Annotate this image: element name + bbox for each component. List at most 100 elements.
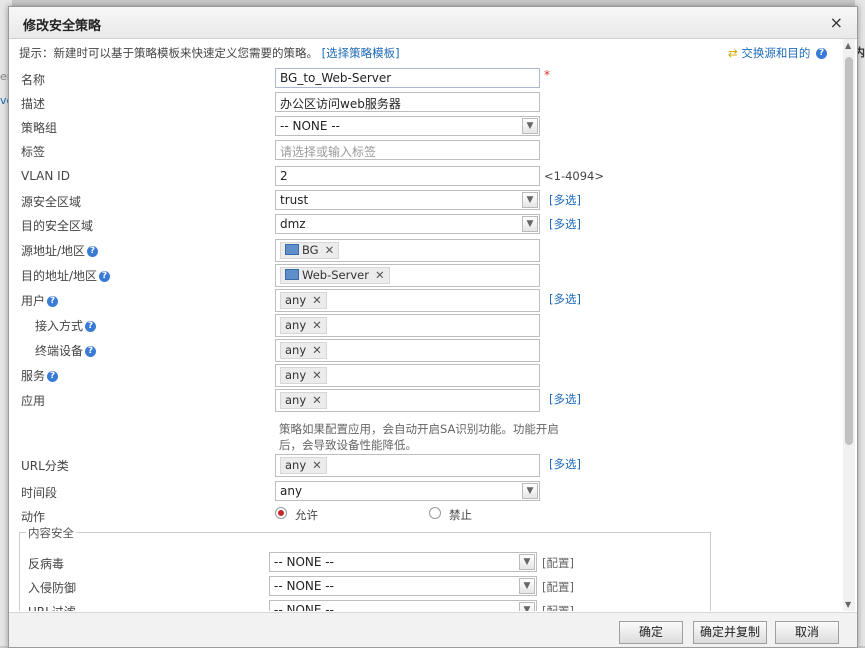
antivirus-label: 反病毒 xyxy=(28,557,65,571)
ok-button[interactable]: 确定 xyxy=(619,621,683,644)
remove-tag-icon[interactable]: ✕ xyxy=(312,393,322,407)
user-multi-link[interactable]: [多选] xyxy=(549,291,581,307)
swap-label: 交换源和目的 xyxy=(741,46,811,60)
user-input[interactable]: any ✕ xyxy=(275,289,540,312)
row-vlan: VLAN ID 2 <1-4094> xyxy=(11,166,841,188)
help-icon[interactable]: ? xyxy=(99,271,111,282)
ips-label: 入侵防御 xyxy=(28,581,77,595)
row-dst-addr: 目的地址/地区? Web-Server ✕ xyxy=(11,264,841,287)
ips-select[interactable]: -- NONE -- ▼ xyxy=(269,576,537,596)
row-action: 动作 允许 禁止 xyxy=(11,505,841,527)
remove-tag-icon[interactable]: ✕ xyxy=(312,368,322,382)
help-icon[interactable]: ? xyxy=(47,371,59,382)
help-icon[interactable]: ? xyxy=(47,296,59,307)
antivirus-row: 反病毒 -- NONE -- ▼ [配置] xyxy=(20,552,710,574)
row-time: 时间段 any ▼ xyxy=(11,481,841,503)
time-select[interactable]: any ▼ xyxy=(275,481,540,501)
cancel-button[interactable]: 取消 xyxy=(775,621,839,644)
remove-tag-icon[interactable]: ✕ xyxy=(312,293,322,307)
scroll-down-icon[interactable]: ▼ xyxy=(845,600,851,609)
chevron-down-icon[interactable]: ▼ xyxy=(519,578,535,594)
desc-label: 描述 xyxy=(21,97,46,111)
service-tag: any ✕ xyxy=(280,367,327,384)
chevron-down-icon[interactable]: ▼ xyxy=(522,216,538,232)
tag-label: 标签 xyxy=(21,145,46,159)
remove-tag-icon[interactable]: ✕ xyxy=(312,458,322,472)
close-icon[interactable]: × xyxy=(830,13,843,32)
tag-text: any xyxy=(285,318,307,332)
hint-text: 提示：新建时可以基于策略模板来快速定义您需要的策略。 xyxy=(19,46,318,60)
antivirus-select[interactable]: -- NONE -- ▼ xyxy=(269,552,537,572)
chevron-down-icon[interactable]: ▼ xyxy=(522,483,538,499)
antivirus-config-link[interactable]: [配置] xyxy=(542,555,574,571)
scroll-up-icon[interactable]: ▲ xyxy=(845,41,851,50)
access-label-text: 接入方式 xyxy=(35,319,84,333)
tag-input[interactable]: 请选择或输入标签 xyxy=(275,140,540,160)
remove-tag-icon[interactable]: ✕ xyxy=(312,343,322,357)
dst-addr-input[interactable]: Web-Server ✕ xyxy=(275,264,540,287)
chevron-down-icon[interactable]: ▼ xyxy=(519,554,535,570)
ips-value: -- NONE -- xyxy=(274,579,334,593)
group-select[interactable]: -- NONE -- ▼ xyxy=(275,116,540,136)
url-category-multi-link[interactable]: [多选] xyxy=(549,456,581,472)
desc-input[interactable]: 办公区访问web服务器 xyxy=(275,92,540,112)
row-access: 接入方式? any ✕ xyxy=(11,314,841,337)
tag-text: any xyxy=(285,293,307,307)
content-security-section: 内容安全 反病毒 -- NONE -- ▼ [配置] 入侵防御 -- NONE … xyxy=(19,525,711,611)
url-filter-label: URL过滤 xyxy=(28,603,76,611)
computer-icon xyxy=(285,244,299,255)
row-dst-zone: 目的安全区域 dmz ▼ [多选] xyxy=(11,214,841,236)
row-name: 名称 BG_to_Web-Server * xyxy=(11,68,841,90)
device-tag: any ✕ xyxy=(280,342,327,359)
app-multi-link[interactable]: [多选] xyxy=(549,391,581,407)
src-zone-select[interactable]: trust ▼ xyxy=(275,190,540,210)
help-icon[interactable]: ? xyxy=(85,346,97,357)
address-tag: Web-Server ✕ xyxy=(280,267,390,284)
url-filter-config-link[interactable]: [配置] xyxy=(542,603,574,611)
ok-and-copy-button[interactable]: 确定并复制 xyxy=(693,621,767,644)
tag-text: BG xyxy=(302,243,319,257)
allow-radio[interactable] xyxy=(275,507,287,519)
src-addr-label: 源地址/地区? xyxy=(21,242,99,259)
help-icon[interactable]: ? xyxy=(816,48,827,59)
help-icon[interactable]: ? xyxy=(85,321,97,332)
vertical-scrollbar[interactable]: ▲ ▼ xyxy=(843,39,855,611)
dst-zone-select[interactable]: dmz ▼ xyxy=(275,214,540,234)
access-input[interactable]: any ✕ xyxy=(275,314,540,337)
app-note: 策略如果配置应用，会自动开启SA识别功能。功能开启后，会导致设备性能降低。 xyxy=(279,422,559,452)
src-addr-input[interactable]: BG ✕ xyxy=(275,239,540,262)
dialog-footer: 确定 确定并复制 取消 xyxy=(9,612,857,647)
url-filter-select[interactable]: -- NONE -- ▼ xyxy=(269,600,537,611)
swap-source-dest[interactable]: ⇄ 交换源和目的 ? xyxy=(728,45,827,61)
ips-config-link[interactable]: [配置] xyxy=(542,579,574,595)
chevron-down-icon[interactable]: ▼ xyxy=(519,602,535,611)
chevron-down-icon[interactable]: ▼ xyxy=(522,192,538,208)
scroll-thumb[interactable] xyxy=(845,57,853,445)
row-group: 策略组 -- NONE -- ▼ xyxy=(11,116,841,138)
row-src-zone: 源安全区域 trust ▼ [多选] xyxy=(11,190,841,212)
access-label: 接入方式? xyxy=(35,317,97,334)
dst-zone-label: 目的安全区域 xyxy=(21,219,94,233)
allow-label: 允许 xyxy=(295,508,318,522)
device-input[interactable]: any ✕ xyxy=(275,339,540,362)
remove-tag-icon[interactable]: ✕ xyxy=(312,318,322,332)
remove-tag-icon[interactable]: ✕ xyxy=(325,243,335,257)
group-label: 策略组 xyxy=(21,121,58,135)
name-input[interactable]: BG_to_Web-Server xyxy=(275,68,540,88)
app-tag: any ✕ xyxy=(280,392,327,409)
select-template-link[interactable]: [选择策略模板] xyxy=(322,46,400,60)
deny-radio[interactable] xyxy=(429,507,441,519)
dialog-body: 提示：新建时可以基于策略模板来快速定义您需要的策略。 [选择策略模板] ⇄ 交换… xyxy=(11,39,841,611)
chevron-down-icon[interactable]: ▼ xyxy=(522,118,538,134)
dst-zone-multi-link[interactable]: [多选] xyxy=(549,216,581,232)
antivirus-value: -- NONE -- xyxy=(274,555,334,569)
remove-tag-icon[interactable]: ✕ xyxy=(375,268,385,282)
help-icon[interactable]: ? xyxy=(87,246,99,257)
src-zone-multi-link[interactable]: [多选] xyxy=(549,192,581,208)
service-label: 服务? xyxy=(21,367,59,384)
service-input[interactable]: any ✕ xyxy=(275,364,540,387)
app-input[interactable]: any ✕ xyxy=(275,389,540,412)
url-category-input[interactable]: any ✕ xyxy=(275,454,540,477)
vlan-input[interactable]: 2 xyxy=(275,166,540,186)
app-label: 应用 xyxy=(21,394,46,408)
